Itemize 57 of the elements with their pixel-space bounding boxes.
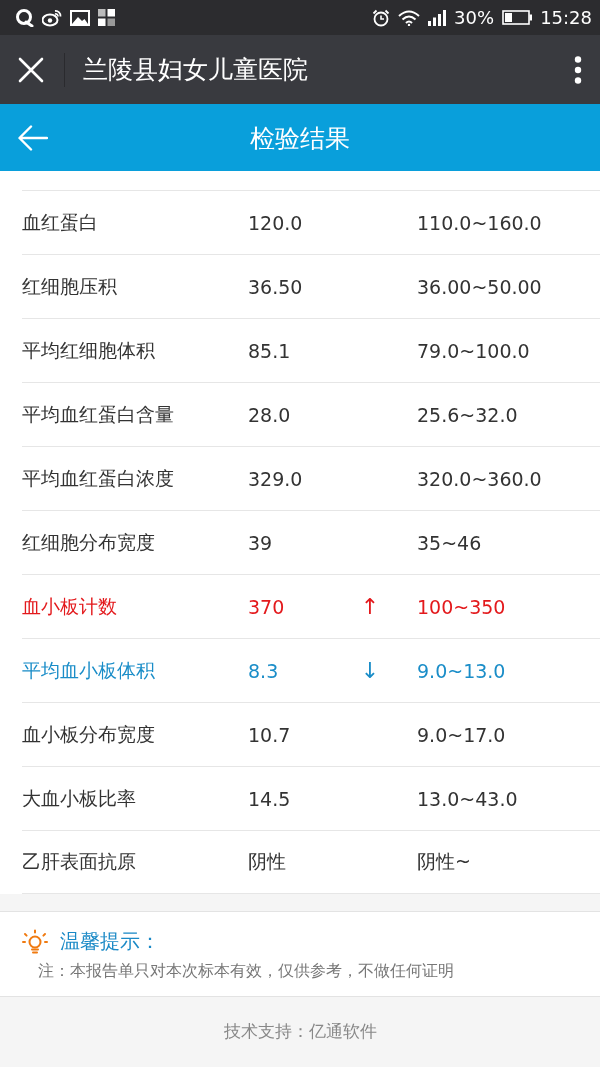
test-value: 36.50 xyxy=(248,275,304,298)
test-name: 平均血小板体积 xyxy=(22,657,156,683)
test-name: 红细胞分布宽度 xyxy=(22,529,156,555)
clock-time: 15:28 xyxy=(540,8,592,27)
test-name: 平均血红蛋白含量 xyxy=(22,401,175,427)
more-button[interactable] xyxy=(574,55,582,84)
test-value: 120.0 xyxy=(248,211,304,234)
test-name: 大血小板比率 xyxy=(22,785,137,811)
test-value: 阴性 xyxy=(248,849,287,874)
reference-range: 320.0~360.0 xyxy=(417,467,543,490)
reference-range: 79.0~100.0 xyxy=(417,339,531,362)
page-title: 兰陵县妇女儿童医院 xyxy=(83,54,309,86)
reference-range: 9.0~17.0 xyxy=(417,723,507,746)
test-value: 39 xyxy=(248,531,274,554)
battery-percent: 30% xyxy=(454,8,495,27)
test-name: 血小板计数 xyxy=(22,593,118,619)
test-name: 红细胞压积 xyxy=(22,273,118,299)
trend-arrow: ↓ xyxy=(360,658,380,683)
trend-arrow: ↑ xyxy=(360,594,380,619)
footer-credit: 技术支持：亿通软件 xyxy=(223,1019,377,1043)
wifi-icon xyxy=(398,9,421,26)
round-q-icon xyxy=(15,8,34,27)
header-title: 检验结果 xyxy=(250,122,350,154)
test-value: 28.0 xyxy=(248,403,292,426)
test-name: 平均血红蛋白浓度 xyxy=(22,465,175,491)
close-icon xyxy=(18,56,44,83)
more-icon xyxy=(574,55,582,84)
reference-range: 13.0~43.0 xyxy=(417,787,519,810)
signal-icon xyxy=(428,9,447,26)
back-arrow-icon xyxy=(18,124,48,151)
reference-range: 9.0~13.0 xyxy=(417,659,507,682)
test-name: 血小板分布宽度 xyxy=(22,721,156,747)
reference-range: 25.6~32.0 xyxy=(417,403,519,426)
reference-range: 阴性~ xyxy=(417,849,472,874)
close-button[interactable] xyxy=(18,56,44,83)
reference-range: 36.00~50.00 xyxy=(417,275,543,298)
test-value: 370 xyxy=(248,595,286,618)
test-value: 329.0 xyxy=(248,467,304,490)
battery-icon xyxy=(502,10,533,25)
reference-range: 110.0~160.0 xyxy=(417,211,543,234)
image-icon xyxy=(70,9,90,26)
reference-range: 35~46 xyxy=(417,531,483,554)
grid-icon xyxy=(98,9,115,26)
test-value: 14.5 xyxy=(248,787,292,810)
test-name: 血红蛋白 xyxy=(22,209,99,235)
tips-note: 注：本报告单只对本次标本有效，仅供参考，不做任何证明 xyxy=(38,961,455,982)
alarm-clock-icon xyxy=(372,8,391,27)
light-bulb-icon xyxy=(22,928,48,955)
back-button[interactable] xyxy=(18,124,48,151)
test-value: 85.1 xyxy=(248,339,292,362)
test-name: 平均红细胞体积 xyxy=(22,337,156,363)
test-value: 8.3 xyxy=(248,659,280,682)
test-value: 10.7 xyxy=(248,723,292,746)
tips-title: 温馨提示： xyxy=(60,928,160,955)
test-name: 乙肝表面抗原 xyxy=(22,849,137,874)
reference-range: 100~350 xyxy=(417,595,507,618)
eye-logo-icon xyxy=(42,8,62,27)
